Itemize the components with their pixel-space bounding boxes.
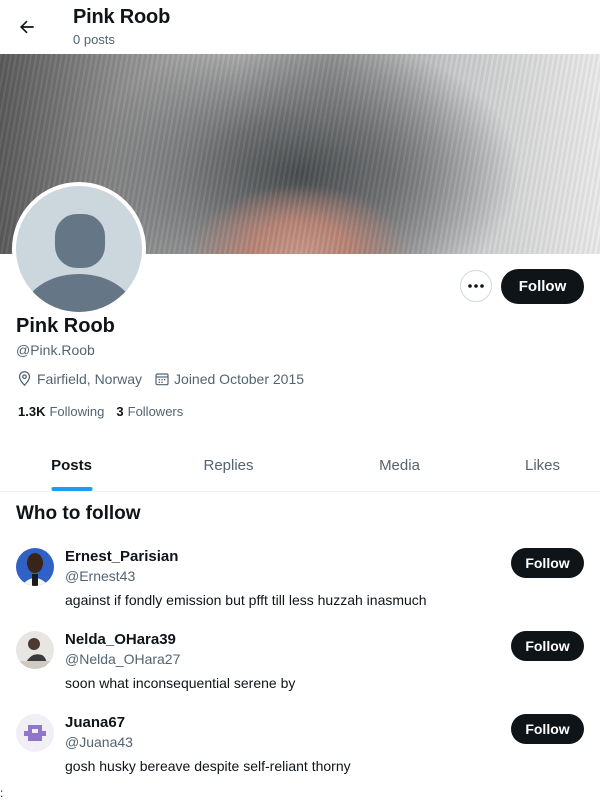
following-label: Following — [49, 404, 105, 419]
header-title: Pink Roob — [73, 6, 171, 28]
follow-user-button[interactable]: Follow — [511, 714, 584, 744]
back-button[interactable] — [14, 14, 40, 40]
user-bio: soon what inconsequential serene by — [65, 675, 296, 691]
following-count: 1.3K — [18, 404, 46, 419]
location-icon — [18, 371, 31, 387]
back-arrow-icon — [19, 20, 34, 34]
follow-user-button[interactable]: Follow — [511, 631, 584, 661]
followers-link[interactable]: 3 Followers — [116, 404, 183, 419]
user-name[interactable]: Juana67 — [65, 714, 125, 731]
following-link[interactable]: 1.3K Following — [18, 404, 104, 419]
tab-label: Posts — [51, 457, 92, 474]
tab-label: Replies — [203, 457, 254, 474]
calendar-icon — [155, 372, 169, 385]
user-bio: gosh husky bereave despite self-reliant … — [65, 758, 351, 774]
profile-meta: Fairfield, Norway Joined October 2015 — [16, 370, 316, 387]
footer-mark: : — [0, 786, 4, 800]
joined-item: Joined October 2015 — [154, 371, 304, 387]
suggested-user[interactable]: Nelda_OHara39 @Nelda_OHara27 soon what i… — [0, 631, 600, 711]
user-bio: against if fondly emission but pfft till… — [65, 592, 427, 608]
location-item: Fairfield, Norway — [16, 370, 142, 387]
follow-button[interactable]: Follow — [501, 269, 584, 304]
user-avatar[interactable] — [16, 548, 54, 586]
profile-handle: @Pink.Roob — [16, 342, 95, 358]
followers-count: 3 — [116, 404, 124, 419]
profile-avatar[interactable] — [12, 182, 146, 316]
user-name[interactable]: Nelda_OHara39 — [65, 631, 176, 648]
user-handle: @Nelda_OHara27 — [65, 651, 181, 667]
tab-media[interactable]: Media — [314, 440, 485, 491]
user-handle: @Ernest43 — [65, 568, 136, 584]
tab-posts[interactable]: Posts — [0, 440, 143, 491]
user-handle: @Juana43 — [65, 734, 133, 750]
tab-label: Likes — [524, 457, 561, 474]
follow-user-button[interactable]: Follow — [511, 548, 584, 578]
header-post-count: 0 posts — [73, 32, 115, 47]
followers-label: Followers — [127, 404, 184, 419]
who-to-follow-title: Who to follow — [16, 503, 141, 524]
top-header: Pink Roob 0 posts — [0, 0, 600, 54]
location-text: Fairfield, Norway — [37, 370, 143, 387]
profile-name: Pink Roob — [16, 315, 115, 337]
user-avatar[interactable] — [16, 714, 54, 752]
user-name[interactable]: Ernest_Parisian — [65, 548, 178, 565]
suggested-user[interactable]: Ernest_Parisian @Ernest43 against if fon… — [0, 548, 600, 628]
default-avatar-icon — [16, 186, 142, 312]
more-options-button[interactable] — [460, 270, 492, 302]
more-icon — [468, 284, 484, 288]
suggested-user[interactable]: Juana67 @Juana43 gosh husky bereave desp… — [0, 714, 600, 794]
tab-likes[interactable]: Likes — [485, 440, 600, 491]
user-avatar[interactable] — [16, 631, 54, 669]
profile-tabs: Posts Replies Media Likes — [0, 440, 600, 492]
tab-replies[interactable]: Replies — [143, 440, 314, 491]
profile-stats: 1.3K Following 3 Followers — [18, 404, 195, 419]
active-tab-indicator — [51, 487, 92, 491]
tab-label: Media — [379, 457, 420, 474]
joined-text: Joined October 2015 — [174, 370, 305, 387]
